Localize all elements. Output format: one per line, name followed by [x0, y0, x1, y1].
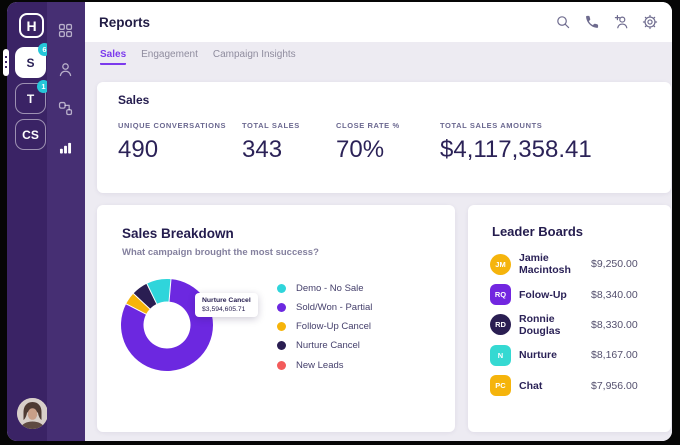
add-user-icon[interactable] [613, 14, 629, 30]
dashboard-icon[interactable] [57, 22, 74, 39]
metric: TOTAL SALES 343 [242, 121, 336, 164]
metric-label: TOTAL SALES [242, 121, 336, 130]
main-content: Reports Sales Engagement Campaign Insights… [85, 2, 672, 441]
sales-metrics: UNIQUE CONVERSATIONS 490TOTAL SALES 343CLO… [118, 121, 592, 164]
metric-label: CLOSE RATE % [336, 121, 440, 130]
metric: UNIQUE CONVERSATIONS 490 [118, 121, 242, 164]
leader-board-list: JMJamie Macintosh$9,250.00RQFolow-Up$8,3… [490, 249, 659, 401]
metric-label: TOTAL SALES AMOUNTS [440, 121, 592, 130]
leader-avatar: RD [490, 314, 511, 335]
metric-value: $4,117,358.41 [440, 136, 592, 164]
phone-icon[interactable] [584, 14, 600, 30]
sales-breakdown-card: Sales Breakdown What campaign brought th… [97, 205, 455, 432]
leader-avatar: PC [490, 375, 511, 396]
leader-amount: $8,167.00 [591, 349, 659, 361]
legend-dot [277, 341, 286, 350]
leader-avatar: JM [490, 254, 511, 275]
leader-amount: $8,340.00 [591, 289, 659, 301]
metric-value: 70% [336, 136, 440, 164]
leader-boards-title: Leader Boards [492, 224, 583, 239]
leader-amount: $7,956.00 [591, 380, 659, 392]
tab-campaign-insights[interactable]: Campaign Insights [213, 49, 296, 65]
legend-item[interactable]: Sold/Won - Partial [277, 302, 372, 312]
workspace-label: T [27, 92, 34, 106]
legend-item[interactable]: New Leads [277, 360, 372, 370]
leader-name: Nurture [519, 349, 591, 361]
chart-legend: Demo - No Sale Sold/Won - Partial Follow-U… [277, 283, 372, 379]
leader-board-row[interactable]: JM Jamie Macintosh$9,250.00 [490, 249, 659, 279]
tab-engagement[interactable]: Engagement [141, 49, 198, 65]
header-actions [555, 14, 672, 30]
nav-rail [47, 2, 85, 441]
workspace-label: CS [22, 128, 39, 142]
workspace-label: S [26, 56, 34, 70]
leader-board-row[interactable]: PC Chat$7,956.00 [490, 371, 659, 401]
leader-avatar: N [490, 345, 511, 366]
automation-icon[interactable] [57, 100, 74, 117]
legend-label: Follow-Up Cancel [296, 321, 371, 332]
page-title: Reports [99, 15, 150, 30]
avatar-photo [17, 398, 48, 429]
legend-label: Sold/Won - Partial [296, 302, 372, 313]
leader-board-row[interactable]: RQ Folow-Up$8,340.00 [490, 279, 659, 309]
leader-amount: $9,250.00 [591, 258, 659, 270]
legend-item[interactable]: Demo - No Sale [277, 283, 372, 293]
sales-summary-card: Sales UNIQUE CONVERSATIONS490TOTAL SALES… [97, 82, 671, 193]
leader-board-row[interactable]: N Nurture$8,167.00 [490, 340, 659, 370]
workspace-tile-t[interactable]: T1 [15, 83, 46, 114]
settings-icon[interactable] [642, 14, 658, 30]
donut-chart[interactable] [117, 275, 217, 375]
metric-value: 490 [118, 136, 242, 164]
app-logo[interactable]: H [19, 13, 44, 38]
window-edge-handle [3, 49, 9, 76]
leader-name: Jamie Macintosh [519, 252, 591, 276]
search-icon[interactable] [555, 14, 571, 30]
legend-dot [277, 284, 286, 293]
sales-card-title: Sales [118, 93, 149, 107]
metric-label: UNIQUE CONVERSATIONS [118, 121, 242, 130]
tooltip-label: Nurture Cancel [202, 297, 251, 304]
app-window: H S6 T1 CS Reports Sales Engagement Campaign… [7, 2, 672, 441]
chart-tooltip: Nurture Cancel $3,594,605.71 [195, 293, 258, 317]
metric: TOTAL SALES AMOUNTS $4,117,358.41 [440, 121, 592, 164]
report-tabs: Sales Engagement Campaign Insights [85, 42, 672, 72]
metric-value: 343 [242, 136, 336, 164]
legend-item[interactable]: Nurture Cancel [277, 341, 372, 351]
leader-avatar: RQ [490, 284, 511, 305]
metric: CLOSE RATE % 70% [336, 121, 440, 164]
leader-name: Ronnie Douglas [519, 313, 591, 337]
legend-item[interactable]: Follow-Up Cancel [277, 322, 372, 332]
user-avatar[interactable] [17, 398, 48, 429]
leader-name: Chat [519, 380, 591, 392]
contacts-icon[interactable] [57, 61, 74, 78]
tooltip-value: $3,594,605.71 [202, 306, 251, 313]
reporting-icon[interactable] [57, 139, 74, 156]
breakdown-subtitle: What campaign brought the most success? [122, 247, 319, 258]
legend-label: Demo - No Sale [296, 283, 364, 294]
legend-dot [277, 361, 286, 370]
breakdown-title: Sales Breakdown [122, 226, 234, 241]
page-header: Reports [85, 2, 672, 42]
legend-label: New Leads [296, 360, 344, 371]
workspace-tile-s[interactable]: S6 [15, 47, 46, 78]
legend-dot [277, 303, 286, 312]
tab-sales[interactable]: Sales [100, 49, 126, 65]
workspace-rail: H S6 T1 CS [7, 2, 47, 441]
leader-board-row[interactable]: RD Ronnie Douglas$8,330.00 [490, 310, 659, 340]
legend-label: Nurture Cancel [296, 340, 360, 351]
workspace-tile-cs[interactable]: CS [15, 119, 46, 150]
leader-name: Folow-Up [519, 289, 591, 301]
legend-dot [277, 322, 286, 331]
leader-boards-card: Leader Boards JM Jamie Macintosh$9,250.00… [468, 205, 671, 432]
leader-amount: $8,330.00 [591, 319, 659, 331]
